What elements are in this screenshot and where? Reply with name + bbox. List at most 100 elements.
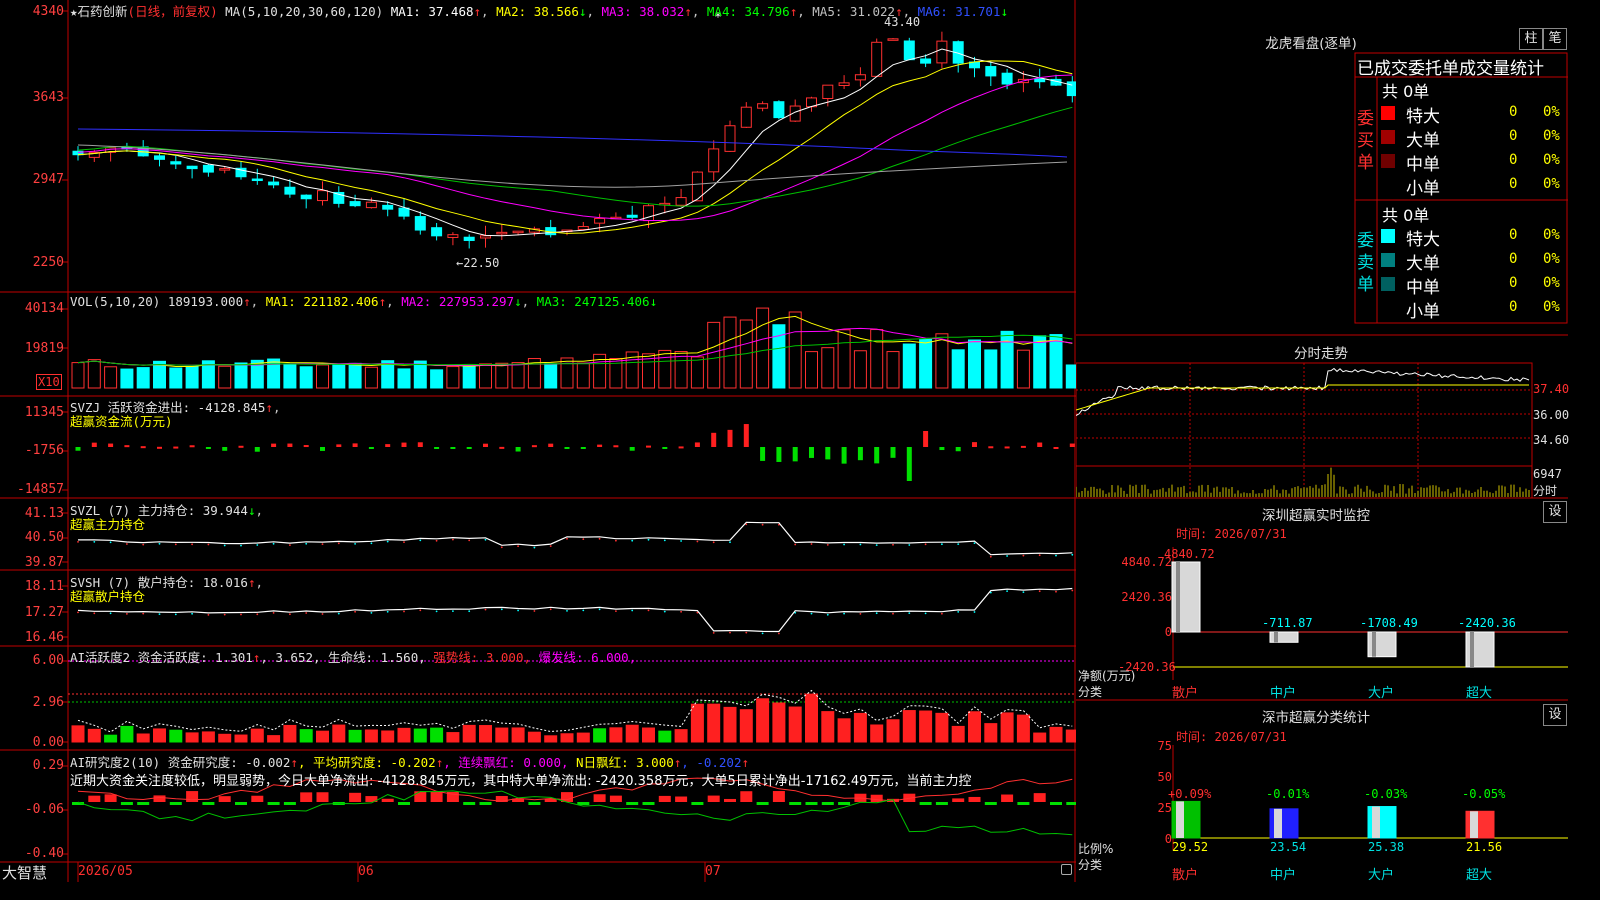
stats-settings-button[interactable]: 设 xyxy=(1543,704,1567,726)
star-icon[interactable]: ★ xyxy=(70,4,78,19)
fund-flow-bar xyxy=(760,447,766,461)
fund-flow-bar xyxy=(531,445,537,448)
retail-holding-line-tick xyxy=(419,609,422,612)
activity-bar xyxy=(218,733,232,743)
candle xyxy=(577,226,589,230)
fund-flow-bar xyxy=(906,447,912,481)
retail-holding-line-tick xyxy=(761,632,764,635)
bar-mode-button[interactable]: 柱 xyxy=(1519,28,1543,50)
order-type-swatch xyxy=(1381,277,1395,291)
sz-stats-title: 深市超赢分类统计 xyxy=(1262,710,1370,726)
activity-bar xyxy=(1000,712,1014,743)
intraday-price-line xyxy=(1076,367,1530,416)
volume-bar xyxy=(511,362,525,389)
stock-name[interactable]: 石药创新 xyxy=(78,4,128,19)
research-bar xyxy=(984,802,997,805)
price-axis-label: 2947 xyxy=(32,172,64,187)
retail-holding-line-tick xyxy=(973,611,976,613)
kline-chart-canvas[interactable]: * xyxy=(0,0,1076,882)
monitor-category-label: 散户 xyxy=(1172,686,1199,701)
activity-bar xyxy=(250,728,264,743)
volume-bar xyxy=(283,363,297,389)
volume-bar xyxy=(104,366,118,389)
main-holding-line-tick xyxy=(582,538,585,540)
activity-bar xyxy=(348,729,362,743)
activity-bar xyxy=(511,727,525,743)
research-bar xyxy=(153,795,166,802)
volume-bar xyxy=(1065,364,1076,389)
research-bar xyxy=(186,791,199,802)
main-chart-area[interactable]: * ★石药创新(日线，前复权) MA(5,10,20,30,60,120) MA… xyxy=(0,0,1076,882)
order-type-label: 特大 xyxy=(1406,107,1440,127)
main-holding-line-tick xyxy=(843,543,845,546)
monitor-settings-button[interactable]: 设 xyxy=(1543,501,1567,523)
candle xyxy=(740,106,752,128)
research-bar xyxy=(430,791,443,802)
main-holding-line-tick xyxy=(109,541,112,544)
candle xyxy=(594,217,606,224)
volume-bar xyxy=(479,363,492,389)
activity-bar xyxy=(674,729,688,743)
sz-monitor-time: 时间: 2026/07/31 xyxy=(1176,527,1287,541)
candle xyxy=(349,201,361,207)
monitor-bar-shade xyxy=(1372,632,1376,657)
ai-research-header: AI研究度2(10) 资金研究度: -0.002↑, 平均研究度: -0.202… xyxy=(70,755,750,770)
main-holding-line-tick xyxy=(696,540,699,543)
retail-holding-line-tick xyxy=(533,610,536,612)
research-bar xyxy=(593,794,606,802)
candle xyxy=(708,148,720,173)
retail-holding-line-tick xyxy=(1006,590,1008,592)
activity-bar xyxy=(772,702,786,743)
research-bar xyxy=(789,802,802,805)
research-bar xyxy=(756,802,769,805)
price-axis-label: 4340 xyxy=(32,4,64,19)
research-bar xyxy=(479,802,492,805)
svzl-axis-label: 39.87 xyxy=(24,555,64,570)
volume-bar xyxy=(723,316,737,389)
monitor-bar-shade xyxy=(1176,562,1180,632)
activity-bar xyxy=(479,725,492,743)
stats-category-label: 超大 xyxy=(1466,868,1493,883)
retail-holding-line-tick xyxy=(1055,590,1057,593)
order-count: 0 xyxy=(1509,227,1518,243)
activity-bar xyxy=(527,731,541,743)
fund-flow-bar xyxy=(988,446,994,449)
order-percent: 0% xyxy=(1543,152,1560,168)
fund-flow-bar xyxy=(205,447,211,449)
fund-flow-bar xyxy=(189,445,195,448)
fund-flow-bar xyxy=(320,447,325,451)
stats-axis-label: 50 xyxy=(1157,770,1172,784)
research-bar xyxy=(349,792,362,802)
activity-bar xyxy=(593,728,607,743)
main-chart-header: ★石药创新(日线，前复权) MA(5,10,20,30,60,120) MA1:… xyxy=(70,4,1008,19)
fund-flow-bar xyxy=(580,447,586,449)
main-holding-line-tick xyxy=(452,538,454,541)
sell-total: 共 0单 xyxy=(1382,206,1430,225)
fund-flow-bar xyxy=(515,447,521,452)
main-holding-line-tick xyxy=(566,537,568,540)
retail-holding-line-tick xyxy=(289,613,291,616)
lock-icon[interactable] xyxy=(1061,864,1072,875)
retail-holding-line-tick xyxy=(566,610,568,612)
main-holding-line-tick xyxy=(957,543,960,545)
main-holding-line-tick xyxy=(794,543,797,546)
volume-bar xyxy=(316,364,329,389)
volume-bar xyxy=(462,364,476,389)
research-bar xyxy=(658,795,671,802)
candle xyxy=(757,103,769,109)
activity-bar xyxy=(642,727,655,743)
chart-mode[interactable]: (日线，前复权) xyxy=(128,4,218,19)
stats-category-label: 大户 xyxy=(1368,868,1395,883)
order-type-label: 特大 xyxy=(1406,230,1440,250)
monitor-value-label: -1708.49 xyxy=(1360,616,1418,630)
stats-bar-shade xyxy=(1372,806,1380,838)
tick-mode-button[interactable]: 笔 xyxy=(1543,28,1567,50)
retail-holding-line-tick xyxy=(207,614,210,616)
stats-change-label: -0.03% xyxy=(1364,787,1408,801)
fund-flow-bar xyxy=(597,444,603,447)
ai-research-axis-label: -0.06 xyxy=(24,802,64,817)
activity-bar xyxy=(984,723,998,743)
activity-bar xyxy=(234,734,248,743)
order-type-label: 大单 xyxy=(1406,131,1440,151)
volume-bar xyxy=(332,364,346,389)
